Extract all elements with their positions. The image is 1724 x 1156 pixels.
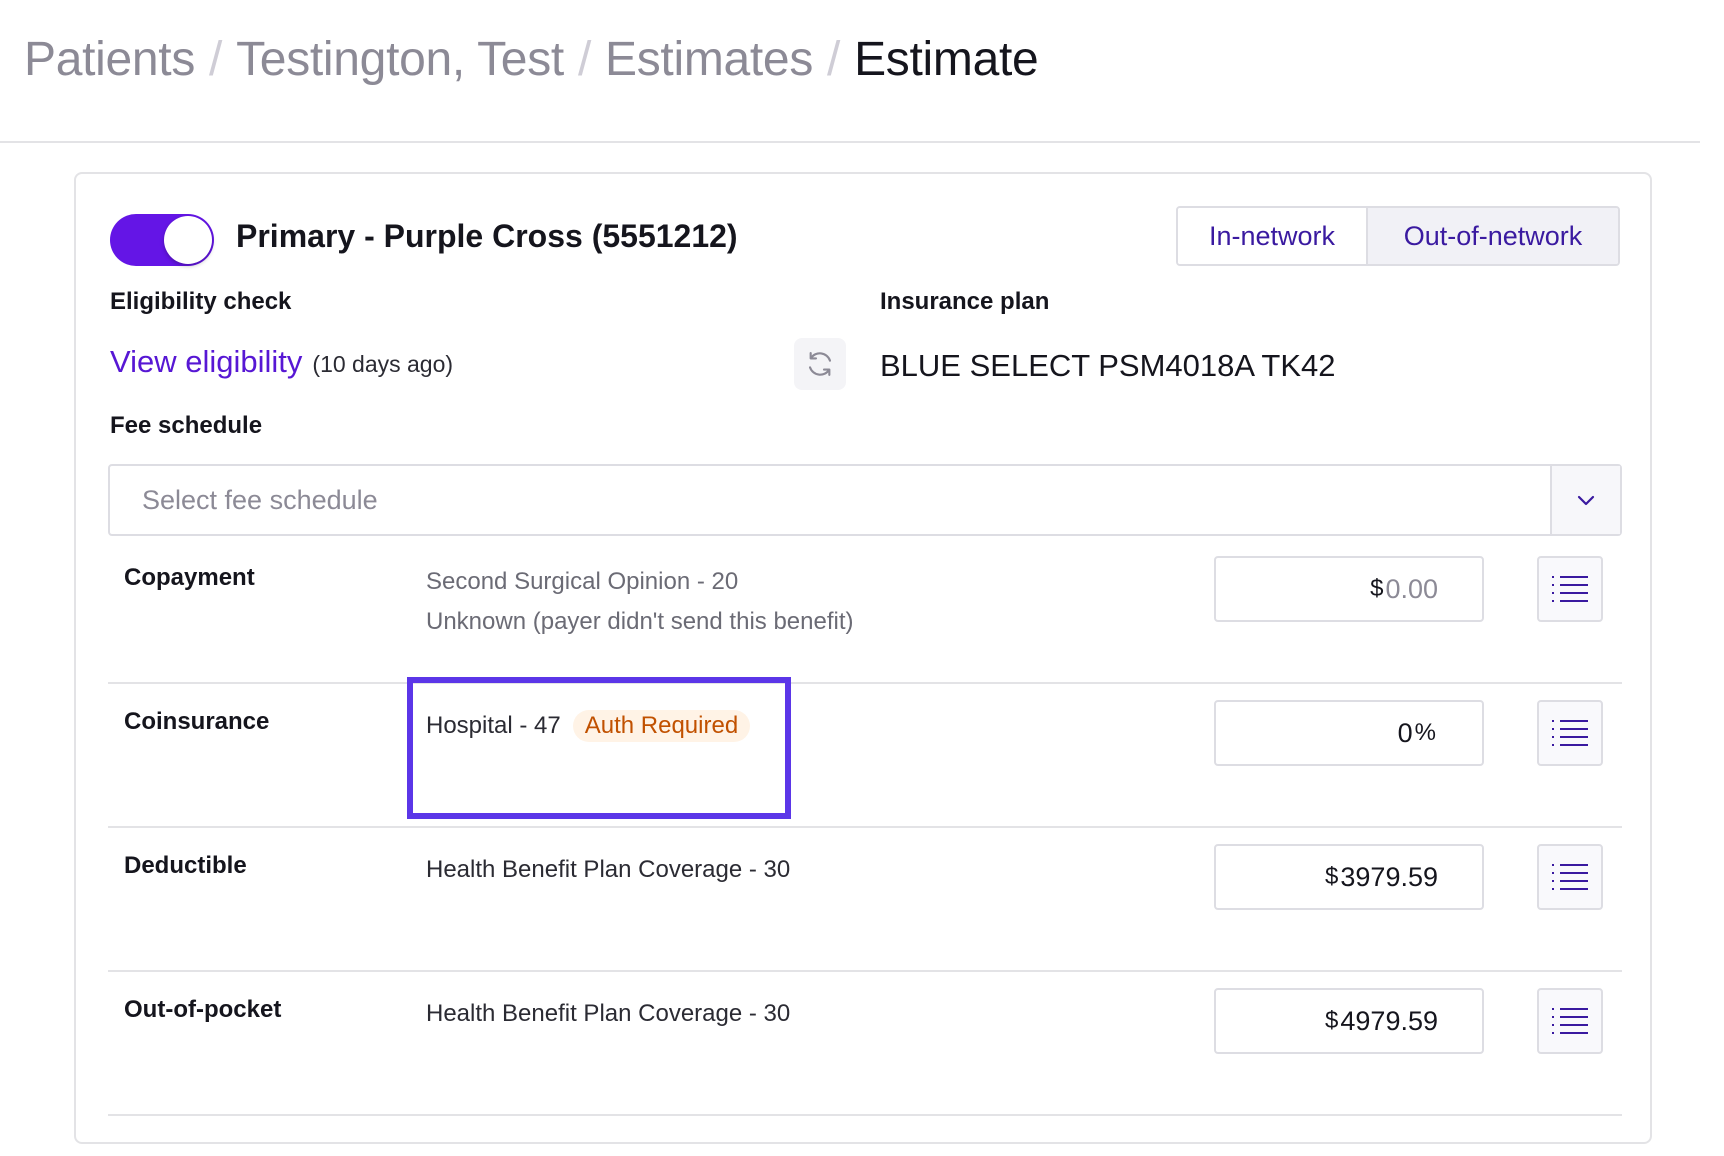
currency-symbol: $ [1370, 575, 1384, 602]
currency-symbol: $ [1325, 1007, 1339, 1034]
eligibility-row: View eligibility (10 days ago) [110, 344, 453, 380]
refresh-icon [808, 352, 832, 376]
coinsurance-row: Coinsurance Hospital - 47 Auth Required … [108, 684, 1622, 828]
in-network-button[interactable]: In-network [1178, 208, 1368, 264]
copayment-input[interactable]: $0.00 [1214, 556, 1484, 622]
out-of-pocket-label: Out-of-pocket [124, 996, 282, 1023]
breadcrumb: Patients / Testington, Test / Estimates … [24, 32, 1039, 87]
breadcrumb-separator: / [577, 33, 591, 86]
eligibility-label: Eligibility check [110, 288, 292, 315]
out-of-network-button[interactable]: Out-of-network [1368, 208, 1618, 264]
fee-schedule-label: Fee schedule [110, 412, 263, 439]
deductible-menu-button[interactable] [1537, 844, 1603, 910]
deductible-row: Deductible Health Benefit Plan Coverage … [108, 828, 1622, 972]
out-of-pocket-value: 4979.59 [1340, 1005, 1438, 1036]
policy-toggle[interactable] [110, 214, 214, 266]
list-icon [1552, 576, 1588, 602]
coinsurance-menu-button[interactable] [1537, 700, 1603, 766]
percent-symbol: % [1414, 719, 1436, 746]
list-icon [1552, 1008, 1588, 1034]
breadcrumb-separator: / [827, 33, 841, 86]
network-toggle: In-network Out-of-network [1176, 206, 1620, 266]
breadcrumb-patients[interactable]: Patients [24, 32, 195, 87]
list-icon [1552, 864, 1588, 890]
auth-required-badge: Auth Required [572, 710, 751, 742]
copayment-note: Unknown (payer didn't send this benefit) [426, 608, 854, 635]
view-eligibility-link[interactable]: View eligibility [110, 344, 302, 380]
page-title: Estimate [854, 33, 1039, 86]
coinsurance-benefit: Hospital - 47 [426, 712, 561, 739]
deductible-value: 3979.59 [1340, 861, 1438, 892]
coinsurance-description: Hospital - 47 Auth Required [426, 706, 751, 746]
insurance-card: Primary - Purple Cross (5551212) In-netw… [74, 172, 1652, 1144]
refresh-button[interactable] [794, 338, 846, 390]
coinsurance-value: 0 [1397, 717, 1413, 748]
eligibility-age: (10 days ago) [312, 351, 454, 377]
copayment-description: Second Surgical Opinion - 20 Unknown (pa… [426, 562, 854, 642]
deductible-description: Health Benefit Plan Coverage - 30 [426, 856, 791, 883]
copayment-row: Copayment Second Surgical Opinion - 20 U… [108, 540, 1622, 684]
coinsurance-label: Coinsurance [124, 708, 270, 735]
header-divider [0, 141, 1700, 143]
currency-symbol: $ [1325, 863, 1339, 890]
breadcrumb-estimates[interactable]: Estimates [605, 32, 813, 87]
copayment-label: Copayment [124, 564, 255, 591]
insurance-plan-value: BLUE SELECT PSM4018A TK42 [880, 348, 1336, 383]
fee-schedule-placeholder: Select fee schedule [142, 484, 378, 515]
policy-title: Primary - Purple Cross (5551212) [236, 218, 738, 254]
copayment-benefit: Second Surgical Opinion - 20 [426, 568, 739, 595]
out-of-pocket-input[interactable]: $4979.59 [1214, 988, 1484, 1054]
deductible-label: Deductible [124, 852, 247, 879]
breadcrumb-patient[interactable]: Testington, Test [236, 32, 564, 87]
fee-schedule-select[interactable]: Select fee schedule [108, 464, 1622, 536]
out-of-pocket-row: Out-of-pocket Health Benefit Plan Covera… [108, 972, 1622, 1116]
fee-schedule-dropdown-button[interactable] [1550, 466, 1620, 534]
toggle-knob [164, 216, 212, 264]
coinsurance-input[interactable]: 0% [1214, 700, 1484, 766]
chevron-down-icon [1577, 495, 1595, 506]
deductible-input[interactable]: $3979.59 [1214, 844, 1484, 910]
list-icon [1552, 720, 1588, 746]
copayment-menu-button[interactable] [1537, 556, 1603, 622]
out-of-pocket-menu-button[interactable] [1537, 988, 1603, 1054]
out-of-pocket-description: Health Benefit Plan Coverage - 30 [426, 1000, 791, 1027]
copayment-value: 0.00 [1385, 573, 1438, 604]
breadcrumb-separator: / [209, 33, 223, 86]
insurance-plan-label: Insurance plan [880, 288, 1050, 315]
